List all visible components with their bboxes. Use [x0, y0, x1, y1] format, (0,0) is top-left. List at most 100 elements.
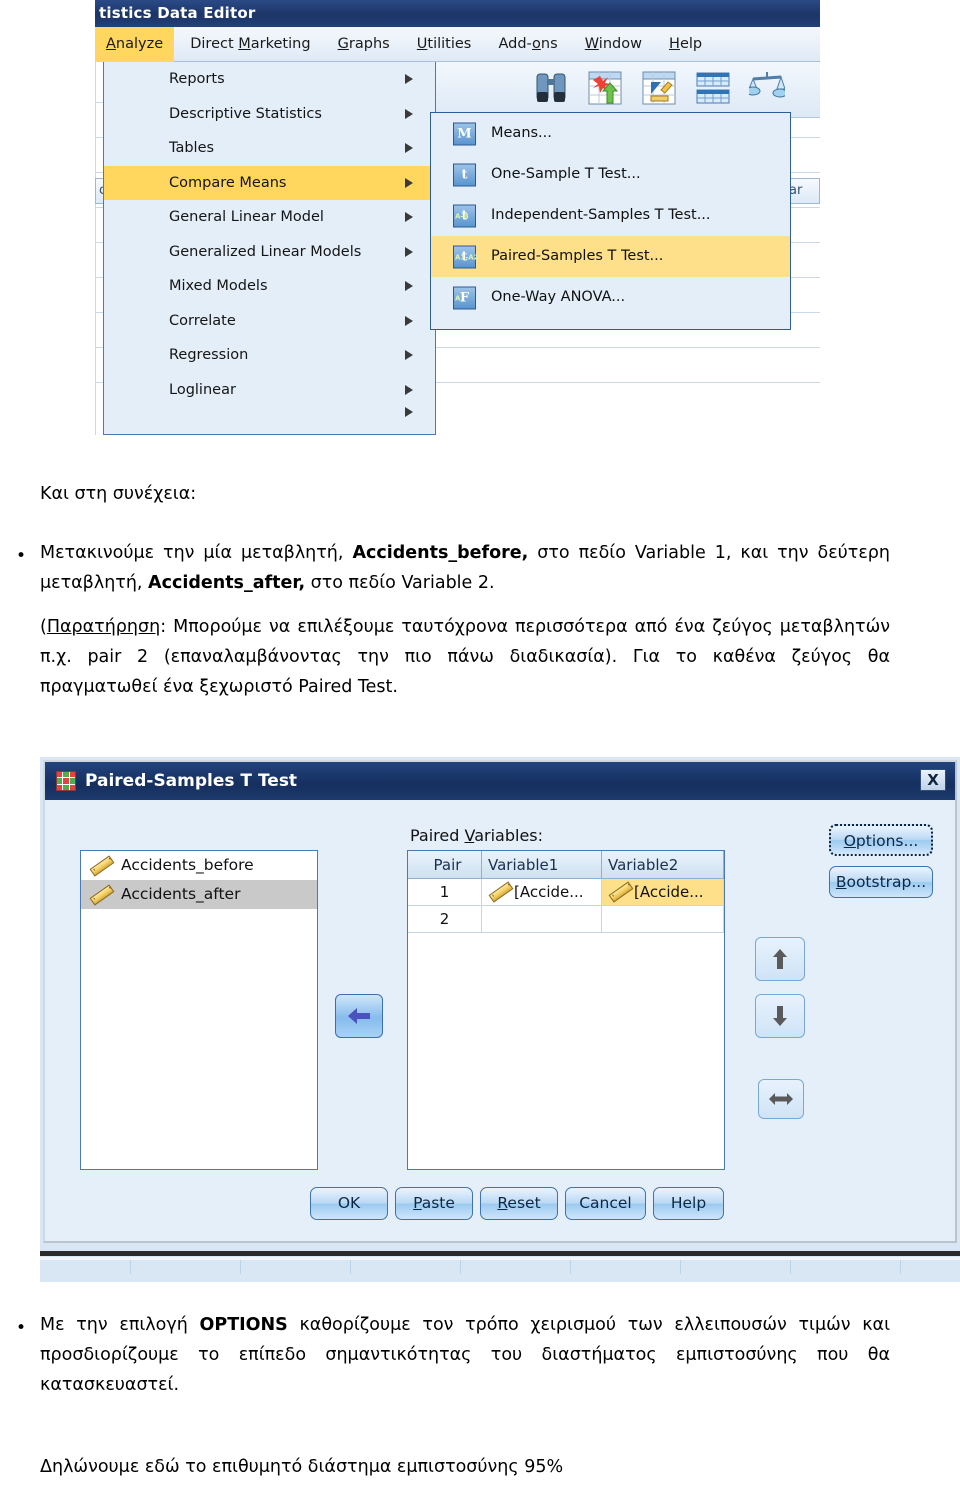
- menu-item-label: Loglinear: [169, 381, 236, 398]
- help-button[interactable]: Help: [653, 1187, 724, 1220]
- paragraph-move-variables: Μετακινούμε την μία μεταβλητή, Accidents…: [40, 538, 890, 598]
- close-icon[interactable]: X: [920, 769, 946, 791]
- note-label: Παρατήρηση: [46, 617, 161, 637]
- move-pair-down-button[interactable]: [755, 994, 805, 1038]
- variables-icon[interactable]: [641, 66, 677, 110]
- cell-variable1[interactable]: [482, 906, 602, 932]
- spss-window-title: tistics Data Editor: [95, 0, 820, 27]
- goto-case-icon[interactable]: [587, 66, 623, 110]
- menu-item-correlate[interactable]: Correlate: [104, 304, 435, 339]
- paired-variables-table[interactable]: Pair Variable1 Variable2 1 [Accide... [A…: [407, 850, 725, 1170]
- pv-label-a: Paired: [410, 826, 465, 845]
- paired-samples-t-test-dialog: Paired-Samples T Test X Accidents_before…: [43, 760, 957, 1243]
- submenu-arrow-icon: [405, 143, 413, 154]
- note-body: : Μπορούμε να επιλέξουμε ταυτόχρονα περι…: [40, 617, 890, 697]
- menu-item-partial[interactable]: [104, 407, 435, 417]
- bullet-marker-1: •: [15, 546, 27, 566]
- options-button[interactable]: Options...: [829, 824, 933, 856]
- menu-add-ons[interactable]: Add-ons: [487, 27, 568, 62]
- para3-part-a: Με την επιλογή: [40, 1315, 200, 1335]
- submenu-item-one-way-anova[interactable]: FA One-Way ANOVA...: [431, 277, 790, 318]
- submenu-item-independent-samples-t-test[interactable]: t A-B Independent-Samples T Test...: [431, 195, 790, 236]
- bootstrap-accel: B: [835, 873, 847, 891]
- submenu-arrow-icon: [405, 315, 413, 326]
- options-keyword: OPTIONS: [199, 1315, 288, 1335]
- submenu-arrow-icon: [405, 177, 413, 188]
- submenu-arrow-icon: [405, 350, 413, 361]
- column-header-pair: Pair: [408, 851, 482, 878]
- menu-item-label: General Linear Model: [169, 209, 324, 225]
- cell-variable2[interactable]: [602, 906, 724, 932]
- bootstrap-button[interactable]: Bootstrap...: [829, 866, 933, 898]
- swap-pair-button[interactable]: [758, 1079, 804, 1119]
- options-accel: O: [843, 832, 856, 850]
- lead-text: Και στη συνέχεια:: [40, 484, 197, 504]
- menu-item-descriptive-statistics[interactable]: Descriptive Statistics: [104, 97, 435, 132]
- move-to-pairs-button[interactable]: [335, 994, 383, 1038]
- table-row[interactable]: 1 [Accide... [Accide...: [408, 879, 724, 906]
- submenu-item-label: Independent-Samples T Test...: [491, 207, 711, 223]
- list-item[interactable]: Accidents_before: [81, 851, 317, 880]
- column-header-variable1: Variable1: [482, 851, 602, 878]
- cell-pair: 1: [408, 879, 482, 905]
- one-sample-t-test-icon: t: [453, 163, 476, 186]
- spss-menubar: Analyze Direct Marketing Graphs Utilitie…: [95, 27, 820, 62]
- cancel-button[interactable]: Cancel: [565, 1187, 646, 1220]
- variable-name-before: Accidents_before,: [352, 543, 529, 563]
- spss-data-editor-screenshot: cc ar tistics Data Editor Analyze Direct…: [95, 0, 820, 435]
- menu-graphs[interactable]: Graphs: [327, 27, 401, 62]
- spss-toolbar: [428, 62, 820, 118]
- submenu-item-paired-samples-t-test[interactable]: t A1-A2 Paired-Samples T Test...: [431, 236, 790, 277]
- menu-item-mixed-models[interactable]: Mixed Models: [104, 269, 435, 304]
- weight-cases-icon[interactable]: [745, 66, 788, 110]
- cell-pair: 2: [408, 906, 482, 932]
- reset-button[interactable]: Reset: [480, 1187, 558, 1220]
- window-bottom-edge: [40, 1251, 960, 1256]
- paired-samples-t-test-dialog-screenshot: Paired-Samples T Test X Accidents_before…: [40, 757, 960, 1282]
- menu-direct-marketing[interactable]: Direct Marketing: [179, 27, 321, 62]
- cell-variable1[interactable]: [Accide...: [482, 879, 602, 905]
- cell-variable2[interactable]: [Accide...: [602, 879, 724, 905]
- icon-subscript: A1-A2: [455, 253, 479, 261]
- list-item[interactable]: Accidents_after: [81, 880, 317, 909]
- submenu-item-means[interactable]: M Means...: [431, 113, 790, 154]
- menu-window[interactable]: Window: [574, 27, 653, 62]
- cancel-label: Cancel: [579, 1194, 632, 1212]
- table-row[interactable]: 2: [408, 906, 724, 933]
- menu-item-regression[interactable]: Regression: [104, 338, 435, 373]
- scale-variable-icon: [488, 881, 514, 903]
- column-header-variable2: Variable2: [602, 851, 724, 878]
- source-variables-list[interactable]: Accidents_before Accidents_after: [80, 850, 318, 1170]
- submenu-item-one-sample-t-test[interactable]: t One-Sample T Test...: [431, 154, 790, 195]
- left-arrow-icon: [348, 1008, 370, 1024]
- menu-analyze[interactable]: Analyze: [95, 27, 175, 62]
- split-file-icon[interactable]: [695, 66, 731, 110]
- paragraph-note: (Παρατήρηση: Μπορούμε να επιλέξουμε ταυτ…: [40, 612, 890, 702]
- menu-item-general-linear-model[interactable]: General Linear Model: [104, 200, 435, 235]
- paste-button[interactable]: Paste: [395, 1187, 473, 1220]
- ok-button[interactable]: OK: [310, 1187, 388, 1220]
- submenu-item-label: Means...: [491, 125, 552, 141]
- scale-variable-icon: [608, 881, 634, 903]
- submenu-item-label: One-Way ANOVA...: [491, 289, 626, 305]
- menu-item-generalized-linear-models[interactable]: Generalized Linear Models: [104, 235, 435, 270]
- binoculars-icon[interactable]: [533, 66, 569, 110]
- menu-utilities[interactable]: Utilities: [406, 27, 483, 62]
- scale-variable-icon: [89, 854, 115, 877]
- bootstrap-label-rest: ootstrap...: [846, 873, 927, 891]
- menu-item-reports[interactable]: Reports: [104, 62, 435, 97]
- menu-item-loglinear[interactable]: Loglinear: [104, 373, 435, 408]
- submenu-arrow-icon: [405, 407, 413, 417]
- menu-item-compare-means[interactable]: Compare Means: [104, 165, 435, 200]
- paste-label-rest: aste: [421, 1194, 455, 1212]
- reset-accel: R: [497, 1194, 508, 1212]
- paste-accel: P: [413, 1194, 422, 1212]
- bullet-marker-2: •: [15, 1318, 27, 1338]
- spss-dialog-icon: [56, 771, 76, 791]
- move-pair-up-button[interactable]: [755, 937, 805, 981]
- menu-item-tables[interactable]: Tables: [104, 131, 435, 166]
- menu-help[interactable]: Help: [658, 27, 713, 62]
- ruler-ticks: [40, 1260, 960, 1274]
- submenu-arrow-icon: [405, 212, 413, 223]
- icon-subscript: A: [455, 294, 461, 302]
